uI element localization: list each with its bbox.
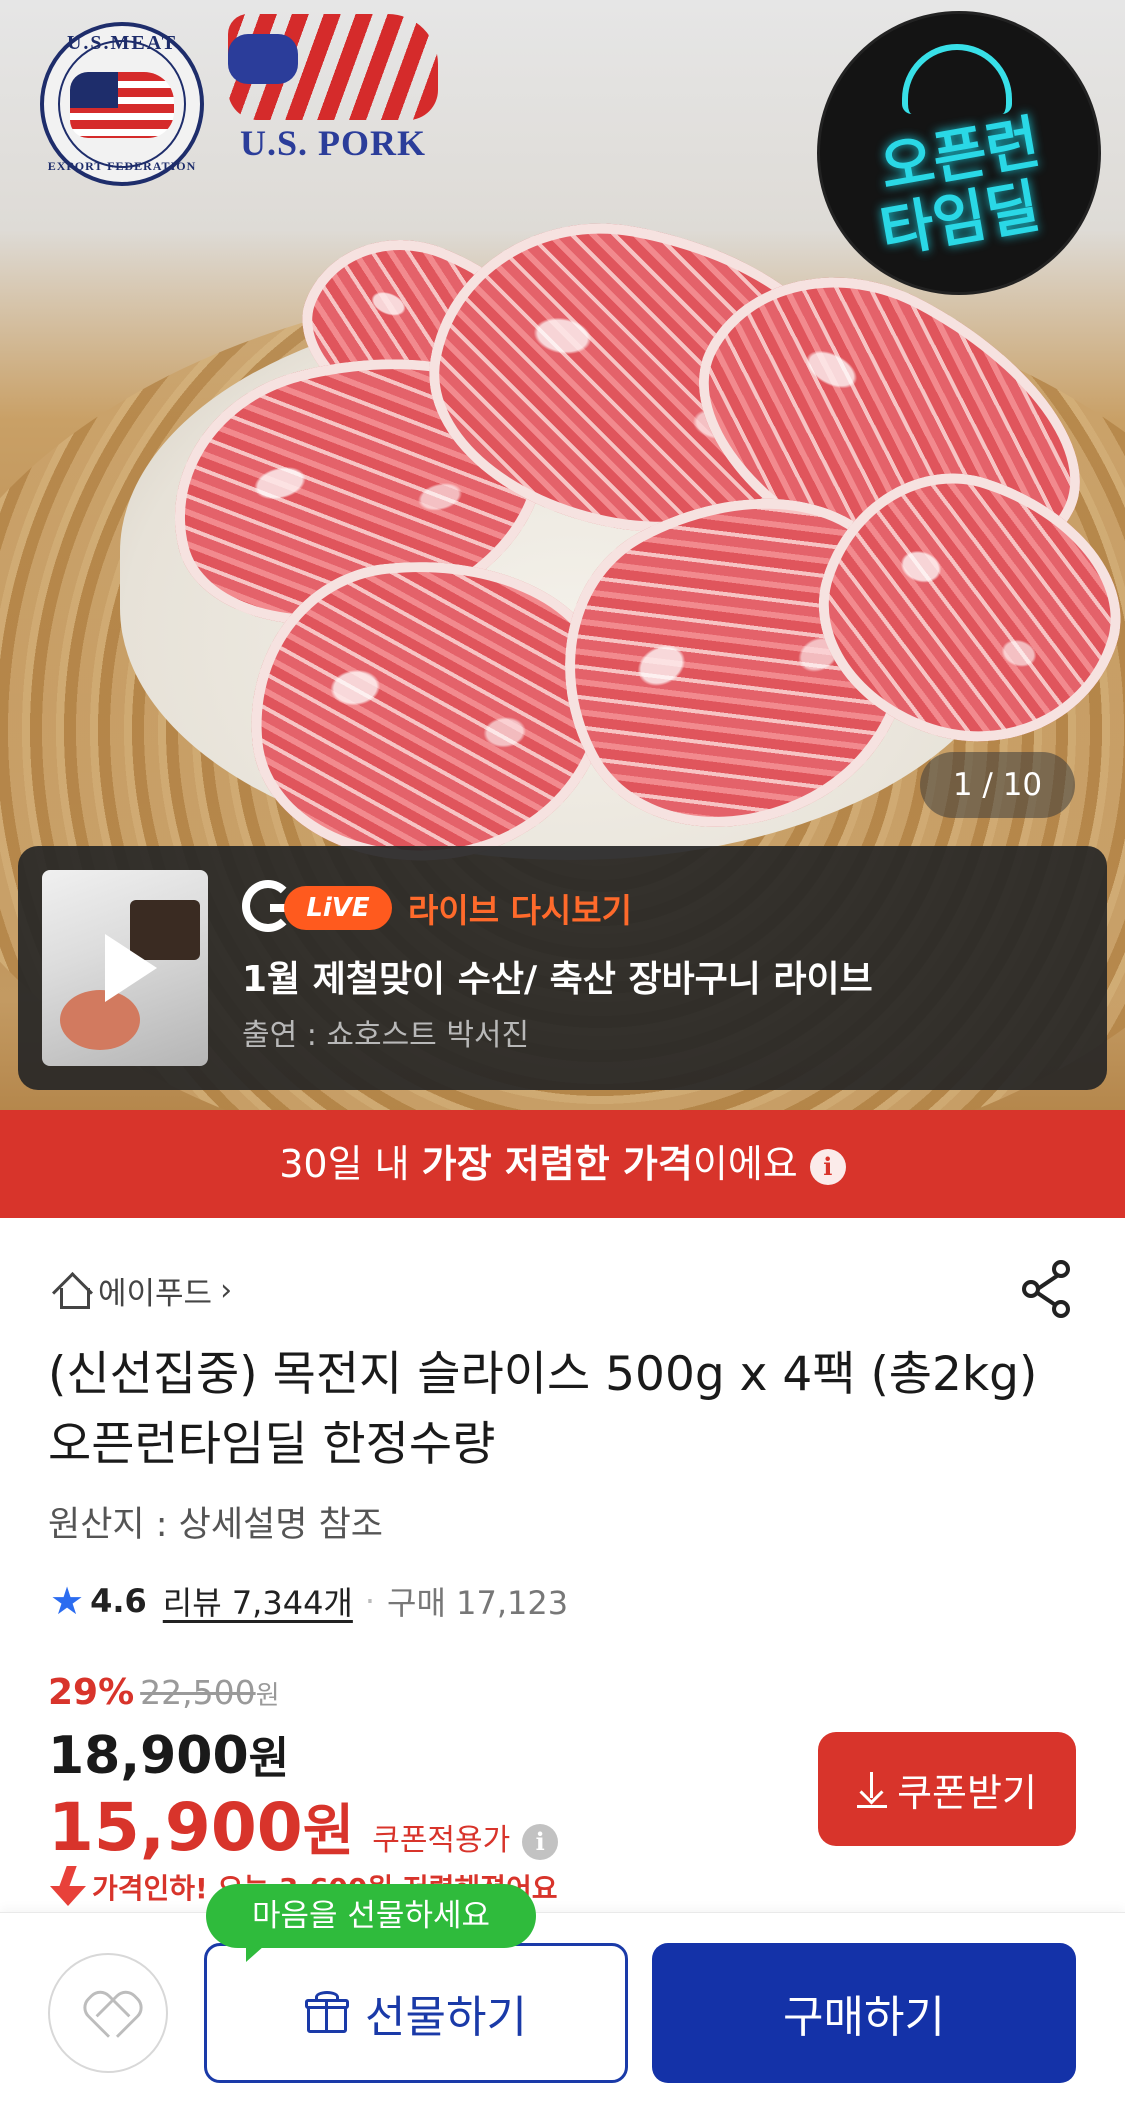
live-replay-label[interactable]: 라이브 다시보기 — [408, 884, 632, 932]
play-icon[interactable] — [95, 934, 157, 1002]
uspork-logo: U.S. PORK — [218, 14, 448, 164]
gift-icon — [305, 1991, 350, 2035]
sale-price-unit: 원 — [248, 1733, 290, 1784]
coupon-price-label: 쿠폰적용가 — [372, 1823, 511, 1858]
open-run-timedeal-badge: 오픈런 타임딜 — [820, 14, 1098, 292]
reviews-link[interactable]: 리뷰 7,344개 — [163, 1578, 353, 1624]
buy-button[interactable]: 구매하기 — [652, 1943, 1076, 2083]
rating-score: 4.6 — [90, 1582, 147, 1620]
g-live-logo: LiVE — [242, 880, 392, 936]
uspork-logo-text: U.S. PORK — [239, 123, 426, 163]
gift-tooltip: 마음을 선물하세요 — [206, 1884, 536, 1962]
info-icon[interactable]: i — [809, 1148, 846, 1185]
sale-price-value: 18,900 — [48, 1726, 249, 1786]
usmef-logo-text: U.S.MEAT — [66, 32, 178, 54]
store-link[interactable]: 에이푸드 › — [52, 1268, 232, 1312]
banner-prefix: 30일 내 — [279, 1142, 422, 1186]
live-badge: LiVE — [284, 886, 392, 930]
share-node — [1052, 1300, 1070, 1318]
live-title: 1월 제철맞이 수산/ 축산 장바구니 라이브 — [242, 959, 873, 1000]
discount-row: 29% 22,500 원 — [48, 1672, 280, 1718]
original-price-unit: 원 — [255, 1681, 280, 1711]
coupon-price-value: 15,900 — [48, 1789, 303, 1866]
live-replay-card[interactable]: LiVE 라이브 다시보기 1월 제철맞이 수산/ 축산 장바구니 라이브 출연… — [18, 846, 1107, 1090]
home-icon — [52, 1272, 92, 1309]
coupon-price-unit: 원 — [302, 1799, 355, 1864]
sold-count: 구매 17,123 — [387, 1584, 569, 1622]
info-icon[interactable]: i — [522, 1824, 559, 1860]
share-node — [1022, 1280, 1040, 1298]
separator-dot: · — [364, 1582, 376, 1620]
price-drop-arrow-icon — [48, 1866, 88, 1908]
coupon-price: 15,900 원 쿠폰적용가 i — [48, 1786, 559, 1867]
sale-price: 18,900원 — [48, 1722, 289, 1786]
lowest-price-banner[interactable]: 30일 내 가장 저렴한 가격이에요 i — [0, 1110, 1125, 1218]
original-price: 22,500 — [140, 1673, 256, 1712]
gift-button-label: 선물하기 — [365, 1992, 527, 2043]
us-flag-map — [70, 72, 174, 138]
share-icon[interactable] — [1020, 1258, 1076, 1318]
usmef-logo: U.S.MEAT EXPORT FEDERATION — [40, 22, 204, 186]
product-image-carousel[interactable]: U.S.MEAT EXPORT FEDERATION U.S. PORK 오픈런… — [0, 0, 1125, 1110]
star-icon: ★ — [50, 1579, 85, 1623]
get-coupon-button[interactable]: 쿠폰받기 — [818, 1732, 1076, 1846]
wishlist-button[interactable] — [48, 1953, 168, 2073]
gift-button[interactable]: 선물하기 — [204, 1943, 628, 2083]
rating-row: ★ 4.6 리뷰 7,344개 · 구매 17,123 — [50, 1578, 568, 1624]
bottom-action-bar: 선물하기 구매하기 — [0, 1912, 1125, 2103]
product-title: (신선집중) 목전지 슬라이스 500g x 4팩 (총2kg) 오픈런타임딜 … — [48, 1347, 1038, 1472]
discount-percent: 29% — [48, 1672, 135, 1713]
live-thumbnail[interactable] — [42, 870, 208, 1066]
usmef-logo-subtext: EXPORT FEDERATION — [47, 159, 197, 173]
store-name: 에이푸드 — [98, 1275, 213, 1312]
image-counter: 1 / 10 — [920, 752, 1075, 818]
origin-info: 원산지 : 상세설명 참조 — [48, 1505, 383, 1545]
chevron-right-icon: › — [220, 1272, 233, 1308]
download-icon — [857, 1770, 888, 1808]
heart-icon — [86, 1995, 134, 2037]
get-coupon-label: 쿠폰받기 — [897, 1770, 1037, 1815]
pig-flag-graphic — [228, 14, 438, 120]
banner-emphasis: 가장 저렴한 가격 — [421, 1142, 693, 1186]
share-node — [1052, 1260, 1070, 1278]
live-host: 출연 : 쇼호스트 박서진 — [242, 1018, 530, 1053]
banner-suffix: 이에요 — [692, 1142, 798, 1186]
